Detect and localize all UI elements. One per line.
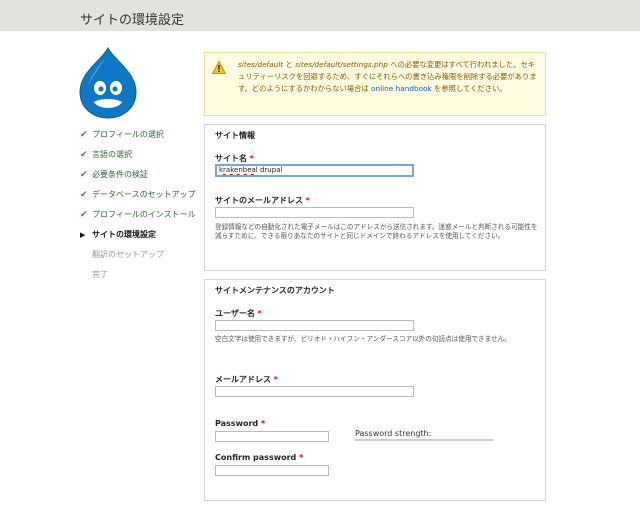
warning-text-part: と [283,60,296,69]
input-value: drupal [257,166,283,174]
step-label: サイトの環境設定 [92,230,156,239]
step-item: ✔ 必要条件の検証 [80,170,148,180]
step-label: プロフィールのインストール [92,210,196,219]
step-item: ✔ プロフィールのインストール [80,210,196,220]
step-label: 必要条件の検証 [92,170,148,179]
required-marker: * [249,154,254,163]
step-label: プロフィールの選択 [92,130,164,139]
warning-triangle-icon [212,61,226,74]
fieldset-legend: サイトメンテナンスのアカウント [215,286,335,295]
warning-text: sites/default と sites/default/settings.p… [238,59,540,95]
step-label: データベースのセットアップ [92,190,196,199]
drupal-logo-icon [79,46,137,119]
maintenance-account-fieldset: サイトメンテナンスのアカウント ユーザー名 * 空白文字は使用できますが、ピリオ… [204,279,546,501]
step-item: 完了 [80,270,198,280]
page-title: サイトの環境設定 [80,13,185,28]
online-handbook-link[interactable]: online handbook [371,84,432,93]
site-name-label: サイト名 * [215,153,254,164]
step-item: 翻訳のセットアップ [80,250,198,260]
permissions-warning: sites/default と sites/default/settings.p… [204,52,546,116]
step-item: ✔ プロフィールの選択 [80,130,164,140]
label-text: ユーザー名 [215,309,255,318]
step-item-current: ▶ サイトの環境設定 [80,230,156,239]
username-label: ユーザー名 * [215,308,262,319]
password-input[interactable] [215,431,329,442]
password-strength-indicator: Password strength: [355,429,493,441]
site-email-description: 登録情報などの自動化された電子メールはこのアドレスから送信されます。迷惑メールと… [215,223,538,240]
step-label: 言語の選択 [92,150,132,159]
install-steps: ✔ プロフィールの選択 ✔ 言語の選択 ✔ 必要条件の検証 ✔ データベースのセットアッ… [80,130,198,290]
required-marker: * [299,453,304,462]
warning-path: sites/default/settings.php [295,60,388,69]
input-value: krakenbeal [219,166,258,174]
username-input[interactable] [215,320,414,331]
required-marker: * [257,309,262,318]
required-marker: * [305,196,310,205]
label-text: サイトのメールアドレス [215,196,303,205]
required-marker: * [273,375,278,384]
account-email-input[interactable] [215,386,414,397]
confirm-password-input[interactable] [215,465,329,476]
required-marker: * [260,419,266,428]
site-name-input[interactable]: krakenbeal drupal [215,164,414,177]
site-email-input[interactable] [215,207,414,218]
site-info-fieldset: サイト情報 サイト名 * krakenbeal drupal サイトのメールアド… [204,124,546,271]
header-bar: サイトの環境設定 [0,0,640,31]
step-item: ✔ データベースのセットアップ [80,190,196,200]
step-label: 完了 [92,270,108,279]
account-email-label: メールアドレス * [215,374,278,385]
confirm-password-label: Confirm password * [215,453,303,462]
label-text: Password [215,419,259,428]
label-text: メールアドレス [215,375,271,384]
password-label: Password * [215,419,265,428]
label-text: サイト名 [215,154,247,163]
label-text: Confirm password [215,453,297,462]
step-label: 翻訳のセットアップ [92,250,164,259]
step-item: ✔ 言語の選択 [80,150,132,160]
site-email-label: サイトのメールアドレス * [215,195,310,206]
fieldset-legend: サイト情報 [215,131,255,140]
warning-text-part: を参照してください。 [431,84,507,93]
username-description: 空白文字は使用できますが、ピリオド・ハイフン・アンダースコア以外の句読点は使用で… [215,335,511,343]
warning-path: sites/default [238,60,284,69]
